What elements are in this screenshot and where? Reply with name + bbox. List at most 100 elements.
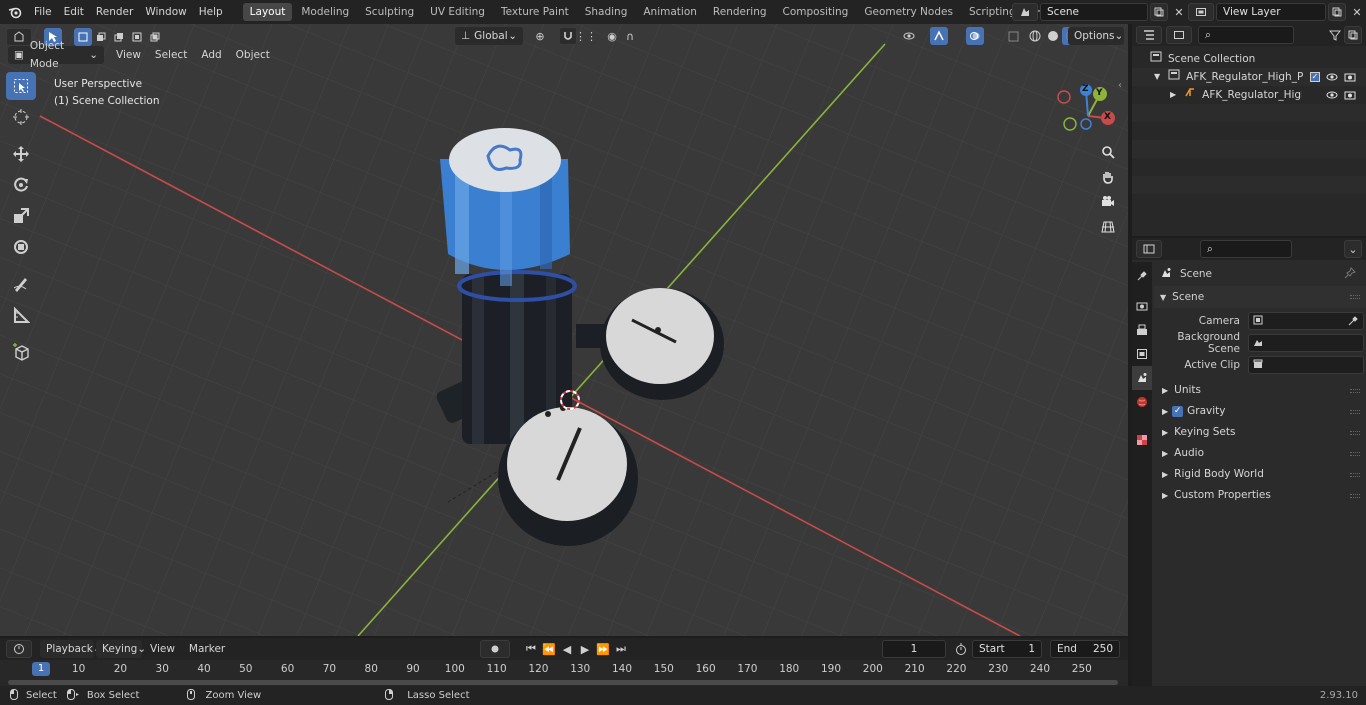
outliner-row-regulator-object[interactable]: ▶ AFK_Regulator_High_Pre	[1132, 86, 1366, 104]
delete-scene-icon[interactable]: ✕	[1170, 3, 1188, 21]
select-invert-icon[interactable]	[128, 28, 146, 46]
rotate-tool-icon[interactable]	[6, 171, 36, 199]
frame-ruler[interactable]: 1 10 20 30 40 50 60 70 80 90 100 110 120 130 140 150 16…	[0, 660, 1128, 686]
new-view-layer-icon[interactable]	[1328, 3, 1346, 21]
delete-view-layer-icon[interactable]: ✕	[1348, 3, 1366, 21]
transform-orientation-dropdown[interactable]: ⊥ Global ⌄	[455, 27, 523, 45]
playback-menu[interactable]: Playback ⌄	[40, 640, 102, 658]
proportional-falloff-icon[interactable]: ∩	[621, 27, 639, 45]
solid-shading-icon[interactable]	[1044, 27, 1062, 45]
menu-edit[interactable]: Edit	[58, 0, 90, 24]
eyedropper-icon[interactable]	[1348, 315, 1359, 329]
tab-modeling[interactable]: Modeling	[294, 3, 356, 21]
options-dropdown[interactable]: Options ⌄	[1068, 27, 1124, 45]
units-panel-header[interactable]: ▶ Units	[1154, 380, 1366, 401]
zoom-icon[interactable]	[1097, 141, 1119, 163]
drag-grip-icon[interactable]	[1350, 389, 1360, 393]
menu-select[interactable]: Select	[149, 46, 193, 64]
3d-viewport[interactable]: ⊥ Global ⌄ ⊕ ⋮⋮ ◉ ∩ Options ⌄ ▣ Object M…	[0, 24, 1128, 636]
annotate-tool-icon[interactable]	[6, 270, 36, 298]
view-layer-field[interactable]: View Layer	[1216, 3, 1326, 21]
show-gizmo-icon[interactable]	[930, 27, 948, 45]
tab-shading[interactable]: Shading	[578, 3, 635, 21]
drag-grip-icon[interactable]	[1350, 410, 1360, 414]
scene-name-field[interactable]: Scene	[1040, 3, 1148, 21]
jump-to-start-icon[interactable]: ⏮	[522, 640, 540, 658]
jump-to-end-icon[interactable]: ⏭	[612, 640, 630, 658]
scale-tool-icon[interactable]	[6, 202, 36, 230]
tab-geometry-nodes[interactable]: Geometry Nodes	[857, 3, 960, 21]
preview-range-stopwatch-icon[interactable]	[952, 640, 970, 658]
tab-uv-editing[interactable]: UV Editing	[423, 3, 492, 21]
drag-grip-icon[interactable]	[1350, 431, 1360, 435]
camera-render-icon[interactable]	[1344, 86, 1356, 110]
camera-field[interactable]	[1248, 312, 1364, 330]
new-scene-icon[interactable]	[1150, 3, 1168, 21]
visibility-selectability-icon[interactable]	[900, 27, 918, 45]
outliner-row-regulator-collection[interactable]: ▼ AFK_Regulator_High_Pressure ✓	[1132, 68, 1366, 86]
perspective-toggle-icon[interactable]	[1097, 216, 1119, 238]
drag-grip-icon[interactable]	[1350, 295, 1360, 299]
timeline-scrollbar[interactable]	[8, 680, 1118, 685]
current-frame-field[interactable]: 1	[882, 640, 946, 658]
chevron-down-icon[interactable]: ⌄	[1344, 240, 1362, 258]
sidebar-toggle-icon[interactable]: ‹	[1118, 80, 1122, 91]
measure-tool-icon[interactable]	[6, 301, 36, 329]
display-mode-icon[interactable]	[1166, 26, 1192, 44]
background-scene-field[interactable]	[1248, 334, 1364, 352]
pivot-point-icon[interactable]: ⊕	[531, 27, 549, 45]
editor-type-icon[interactable]	[1136, 240, 1162, 258]
menu-view[interactable]: View	[110, 46, 147, 64]
timeline-marker-menu[interactable]: Marker	[183, 640, 231, 658]
play-reverse-icon[interactable]: ◀	[558, 640, 576, 658]
transform-tool-icon[interactable]	[6, 233, 36, 261]
new-collection-icon[interactable]	[1344, 26, 1362, 44]
blender-logo-icon[interactable]	[6, 3, 24, 21]
tab-texture-paint[interactable]: Texture Paint	[494, 3, 576, 21]
texture-properties-tab-icon[interactable]	[1132, 428, 1152, 452]
play-icon[interactable]: ▶	[576, 640, 594, 658]
proportional-edit-icon[interactable]: ◉	[603, 27, 621, 45]
end-frame-field[interactable]: End 250	[1050, 640, 1120, 658]
menu-object[interactable]: Object	[230, 46, 276, 64]
tab-compositing[interactable]: Compositing	[776, 3, 856, 21]
move-tool-icon[interactable]	[6, 140, 36, 168]
custom-properties-panel-header[interactable]: ▶ Custom Properties	[1154, 485, 1366, 506]
expand-arrow-icon[interactable]: ▶	[1170, 86, 1176, 104]
editor-type-icon[interactable]	[1136, 26, 1162, 44]
gravity-panel-header[interactable]: ▶ ✓ Gravity	[1154, 401, 1366, 422]
editor-type-icon[interactable]	[6, 640, 32, 658]
cursor-tool-icon[interactable]	[6, 103, 36, 131]
select-subtract-icon[interactable]	[110, 28, 128, 46]
tab-animation[interactable]: Animation	[636, 3, 704, 21]
select-extend-icon[interactable]	[92, 28, 110, 46]
menu-window[interactable]: Window	[139, 0, 192, 24]
snap-target-icon[interactable]: ⋮⋮	[575, 27, 597, 45]
editor-type-icon[interactable]	[6, 28, 32, 46]
keying-sets-panel-header[interactable]: ▶ Keying Sets	[1154, 422, 1366, 443]
wireframe-shading-icon[interactable]	[1026, 27, 1044, 45]
tool-properties-tab-icon[interactable]	[1132, 264, 1152, 288]
tab-layout[interactable]: Layout	[242, 3, 293, 21]
drag-grip-icon[interactable]	[1350, 452, 1360, 456]
playhead-frame-indicator[interactable]: 1	[32, 662, 50, 676]
output-properties-tab-icon[interactable]	[1132, 318, 1152, 342]
drag-grip-icon[interactable]	[1350, 494, 1360, 498]
camera-view-icon[interactable]	[1097, 191, 1119, 213]
audio-panel-header[interactable]: ▶ Audio	[1154, 443, 1366, 464]
drag-grip-icon[interactable]	[1350, 473, 1360, 477]
select-intersect-icon[interactable]	[146, 28, 164, 46]
menu-file[interactable]: File	[28, 0, 58, 24]
world-properties-tab-icon[interactable]	[1132, 390, 1152, 414]
view-layer-selector-icon[interactable]	[1188, 3, 1214, 21]
filter-icon[interactable]	[1326, 26, 1344, 44]
rigid-body-world-panel-header[interactable]: ▶ Rigid Body World	[1154, 464, 1366, 485]
pan-hand-icon[interactable]	[1097, 166, 1119, 188]
timeline-view-menu[interactable]: View	[144, 640, 181, 658]
scene-properties-tab-icon[interactable]	[1132, 366, 1152, 390]
pin-icon[interactable]	[1344, 267, 1356, 282]
gravity-checkbox[interactable]: ✓	[1172, 406, 1184, 417]
outliner-row-scene-collection[interactable]: Scene Collection	[1132, 50, 1366, 68]
menu-add[interactable]: Add	[195, 46, 227, 64]
eye-icon[interactable]	[1326, 86, 1338, 110]
